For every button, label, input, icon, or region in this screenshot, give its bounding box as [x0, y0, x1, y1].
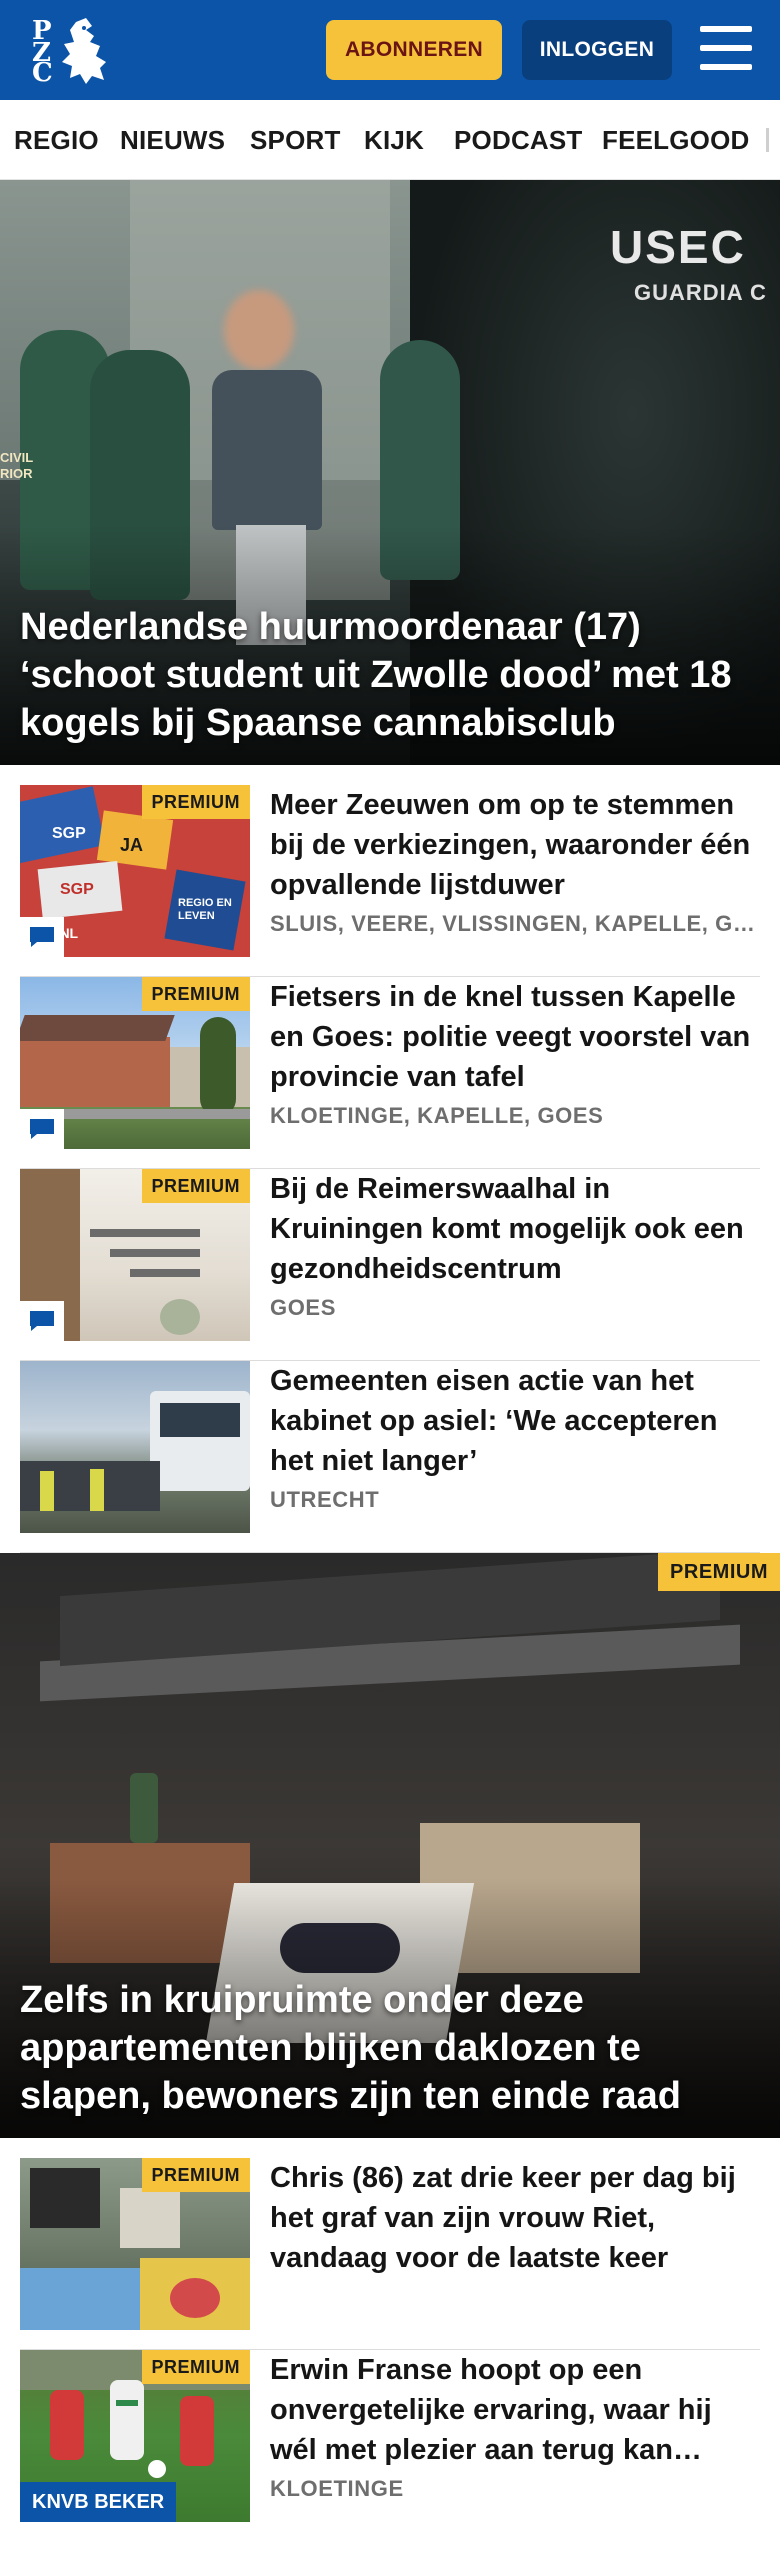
article-title[interactable]: Fietsers in de knel tussen Kapelle en Go…	[270, 977, 760, 1097]
article-thumbnail[interactable]: PREMIUM	[20, 2158, 250, 2330]
article-title[interactable]: Chris (86) zat drie keer per dag bij het…	[270, 2158, 760, 2278]
premium-badge: PREMIUM	[141, 785, 250, 819]
comment-icon[interactable]	[20, 1109, 64, 1149]
player-red	[50, 2390, 84, 2460]
article-row[interactable]: PREMIUM KNVB BEKER Erwin Franse hoopt op…	[20, 2350, 760, 2522]
poster-text: REGIO EN LEVEN	[178, 897, 232, 922]
hamburger-menu-icon[interactable]	[700, 26, 752, 72]
poster-text: SGP	[52, 825, 86, 842]
comment-icon[interactable]	[20, 1301, 64, 1341]
plant-shape	[160, 1299, 200, 1335]
player-white	[110, 2380, 144, 2460]
stair-shape	[90, 1229, 200, 1237]
article-thumbnail[interactable]: PREMIUM	[20, 977, 250, 1149]
stair-shape	[110, 1249, 200, 1257]
article-thumbnail[interactable]	[20, 1361, 250, 1533]
pzc-logo[interactable]: P Z C	[28, 14, 116, 86]
article-location: UTRECHT	[270, 1487, 380, 1512]
site-header: P Z C ABONNEREN INLOGGEN	[0, 0, 780, 100]
article-row[interactable]: PREMIUM Chris (86) zat drie keer per dag…	[20, 2158, 760, 2350]
nav-item-nieuws[interactable]: NIEUWS	[120, 100, 225, 179]
subscribe-button[interactable]: ABONNEREN	[326, 20, 502, 80]
nav-item-feelgood[interactable]: FEELGOOD	[602, 100, 750, 179]
article-thumbnail[interactable]: PREMIUM	[20, 1169, 250, 1341]
nav-overflow-indicator	[766, 128, 769, 152]
hero-1-detainee-shirt	[212, 370, 322, 530]
hero-1-vest-text-2: GUARDIA C	[634, 280, 767, 305]
hero-2-title[interactable]: Zelfs in kruipruimte onder deze appartem…	[20, 1976, 760, 2120]
gravestone-shape	[30, 2168, 100, 2228]
premium-badge: PREMIUM	[141, 2158, 250, 2192]
article-row[interactable]: Gemeenten eisen actie van het kabinet op…	[20, 1361, 760, 1553]
hero-1-blurred-face	[224, 290, 294, 370]
nav-item-podcast[interactable]: PODCAST	[454, 100, 583, 179]
article-location: GOES	[270, 1295, 336, 1320]
premium-badge: PREMIUM	[141, 2350, 250, 2384]
player-red	[180, 2396, 214, 2466]
hero-1-title[interactable]: Nederlandse huurmoordenaar (17) ‘schoot …	[20, 603, 760, 747]
article-location: KLOETINGE, KAPELLE, GOES	[270, 1103, 604, 1128]
article-row[interactable]: PREMIUM Bij de Reimerswaalhal in Kruinin…	[20, 1169, 760, 1361]
comment-icon[interactable]	[20, 917, 64, 957]
bus-windshield	[160, 1403, 240, 1437]
gravestone-shape	[120, 2188, 180, 2248]
vest-shape	[40, 1471, 54, 1511]
poster-text: JA	[120, 835, 144, 855]
nav-item-kijk[interactable]: KIJK	[364, 100, 424, 179]
football-icon	[148, 2460, 166, 2478]
roof-shape	[20, 1015, 175, 1041]
hero-article-2[interactable]: PREMIUM Zelfs in kruipruimte onder deze …	[0, 1553, 780, 2138]
article-location: KLOETINGE	[270, 2476, 404, 2501]
hero-article-1[interactable]: USEC GUARDIA C CIVIL RIOR Nederlandse hu…	[0, 180, 780, 765]
article-thumbnail[interactable]: PREMIUM KNVB BEKER	[20, 2350, 250, 2522]
article-row[interactable]: PREMIUM Fietsers in de knel tussen Kapel…	[20, 977, 760, 1169]
article-title[interactable]: Bij de Reimerswaalhal in Kruiningen komt…	[270, 1169, 760, 1289]
vest-shape	[90, 1469, 104, 1511]
hero-1-vest-text-1: USEC	[610, 221, 746, 273]
tree-shape	[200, 1017, 236, 1117]
nav-item-sport[interactable]: SPORT	[250, 100, 341, 179]
knvb-beker-badge: KNVB BEKER	[20, 2482, 177, 2522]
hero-1-patch-text: CIVIL RIOR	[0, 450, 33, 481]
article-title[interactable]: Erwin Franse hoopt op een onvergetelijke…	[270, 2350, 760, 2470]
poster-text: SGP	[60, 881, 94, 898]
nav-item-regio[interactable]: REGIO	[14, 100, 99, 179]
hero-2-bottle	[130, 1773, 158, 1843]
logo-letter-c: C	[32, 58, 53, 88]
stair-shape	[130, 1269, 200, 1277]
article-title[interactable]: Gemeenten eisen actie van het kabinet op…	[270, 1361, 760, 1481]
article-row[interactable]: SGP JA SGP BVNL REGIO EN LEVEN PREMIUM M…	[20, 785, 760, 977]
lion-icon	[62, 18, 106, 84]
article-thumbnail[interactable]: SGP JA SGP BVNL REGIO EN LEVEN PREMIUM	[20, 785, 250, 957]
article-location: SLUIS, VEERE, VLISSINGEN, KAPELLE, GOES	[270, 911, 760, 936]
premium-badge: PREMIUM	[658, 1553, 780, 1591]
article-title[interactable]: Meer Zeeuwen om op te stemmen bij de ver…	[270, 785, 760, 905]
flowers-shape	[170, 2278, 220, 2318]
player-stripe	[116, 2400, 138, 2406]
house-shape	[20, 1037, 170, 1107]
section-nav: REGIO NIEUWS SPORT KIJK PODCAST FEELGOOD	[0, 100, 780, 180]
premium-badge: PREMIUM	[141, 977, 250, 1011]
premium-badge: PREMIUM	[141, 1169, 250, 1203]
person-jacket	[20, 2268, 140, 2330]
login-button[interactable]: INLOGGEN	[522, 20, 672, 80]
